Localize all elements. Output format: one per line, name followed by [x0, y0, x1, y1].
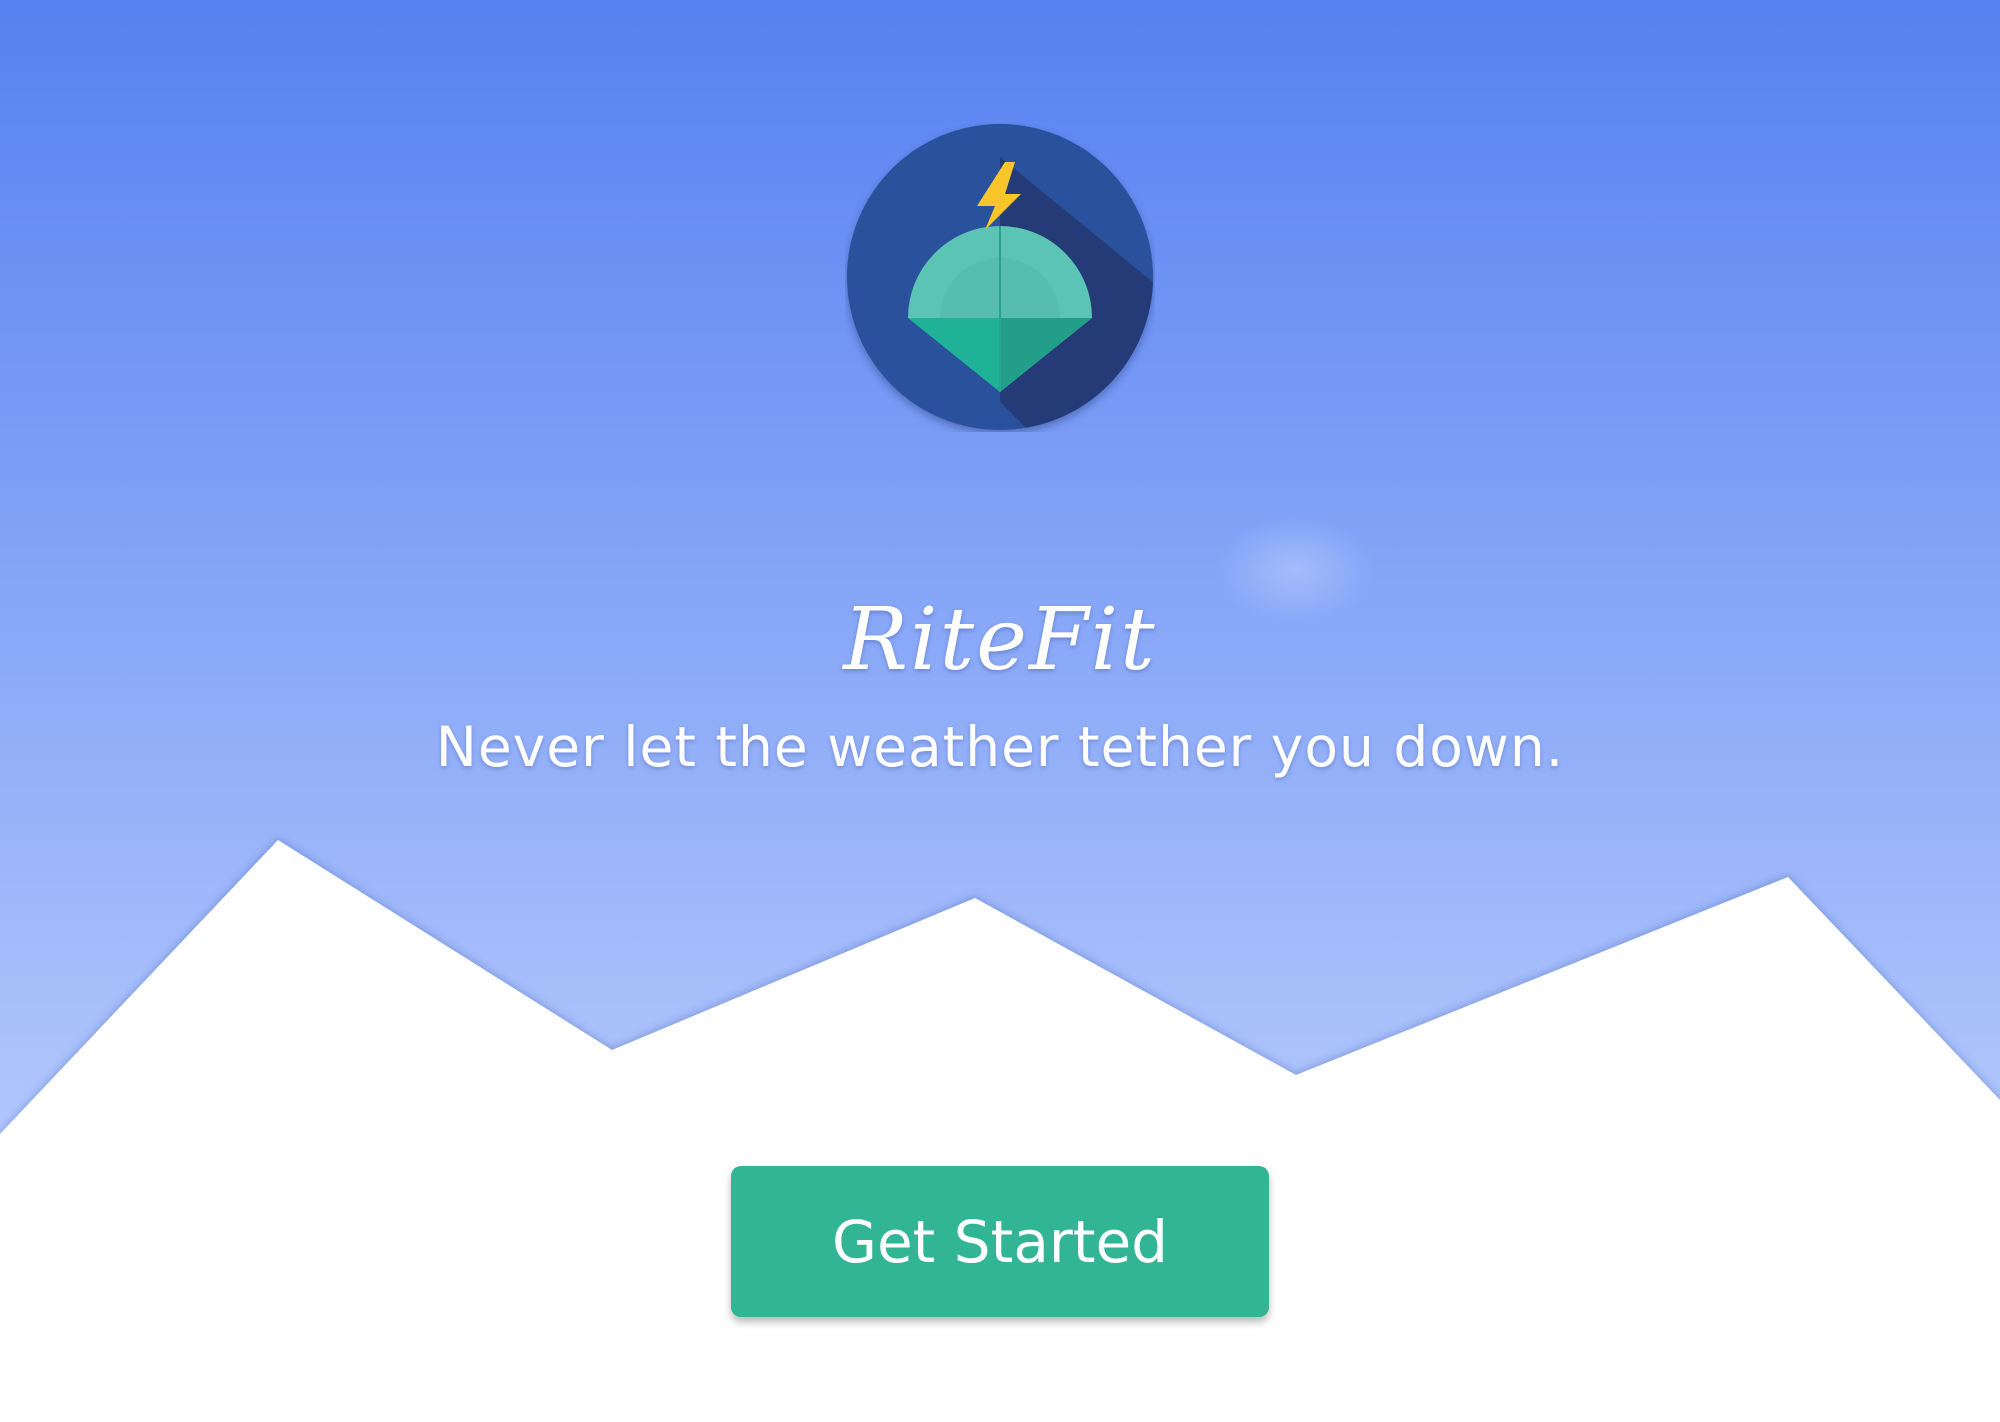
app-tagline: Never let the weather tether you down.: [435, 715, 1565, 779]
onboarding-screen: RiteFit Never let the weather tether you…: [0, 0, 2000, 1422]
mountain-range: [0, 840, 2000, 1422]
app-title: RiteFit: [843, 590, 1157, 690]
get-started-button[interactable]: Get Started: [731, 1166, 1269, 1317]
weather-gem-logo-icon: [847, 124, 1153, 430]
